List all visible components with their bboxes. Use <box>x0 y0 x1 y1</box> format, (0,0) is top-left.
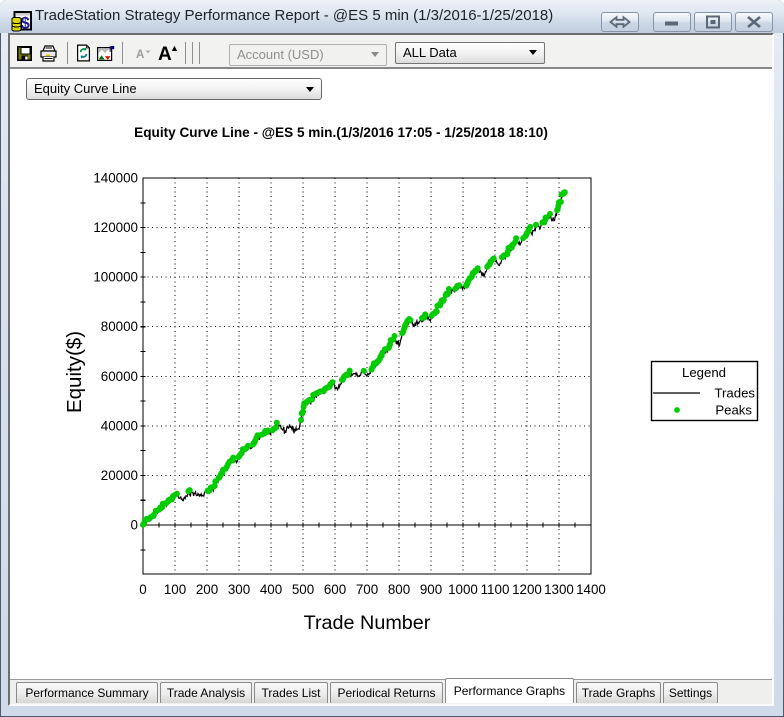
svg-text:Legend: Legend <box>682 365 726 380</box>
svg-text:200: 200 <box>196 582 218 597</box>
svg-text:0: 0 <box>131 518 138 533</box>
svg-text:Equity($): Equity($) <box>63 331 86 413</box>
svg-text:60000: 60000 <box>101 369 138 384</box>
svg-text:600: 600 <box>324 582 346 597</box>
svg-text:Equity Curve Line - @ES 5 min.: Equity Curve Line - @ES 5 min.(1/3/2016 … <box>134 125 548 140</box>
svg-text:800: 800 <box>388 582 410 597</box>
svg-text:1100: 1100 <box>481 582 510 597</box>
svg-text:$: $ <box>21 15 30 33</box>
svg-text:20000: 20000 <box>101 468 138 483</box>
svg-text:500: 500 <box>292 582 314 597</box>
svg-text:300: 300 <box>228 582 250 597</box>
svg-text:1300: 1300 <box>544 582 574 597</box>
svg-text:Peaks: Peaks <box>715 403 752 418</box>
svg-text:80000: 80000 <box>101 319 138 334</box>
svg-text:120000: 120000 <box>93 220 138 235</box>
svg-text:0: 0 <box>139 582 146 597</box>
svg-text:400: 400 <box>260 582 282 597</box>
svg-text:1400: 1400 <box>576 582 606 597</box>
svg-text:1200: 1200 <box>512 582 542 597</box>
svg-text:40000: 40000 <box>101 418 138 433</box>
svg-text:100: 100 <box>164 582 186 597</box>
svg-text:Trade Number: Trade Number <box>304 612 431 634</box>
svg-text:100000: 100000 <box>93 270 138 285</box>
svg-text:140000: 140000 <box>93 171 138 186</box>
svg-text:Trades: Trades <box>714 386 755 401</box>
svg-text:700: 700 <box>356 582 378 597</box>
svg-text:1000: 1000 <box>448 582 478 597</box>
svg-text:900: 900 <box>420 582 442 597</box>
